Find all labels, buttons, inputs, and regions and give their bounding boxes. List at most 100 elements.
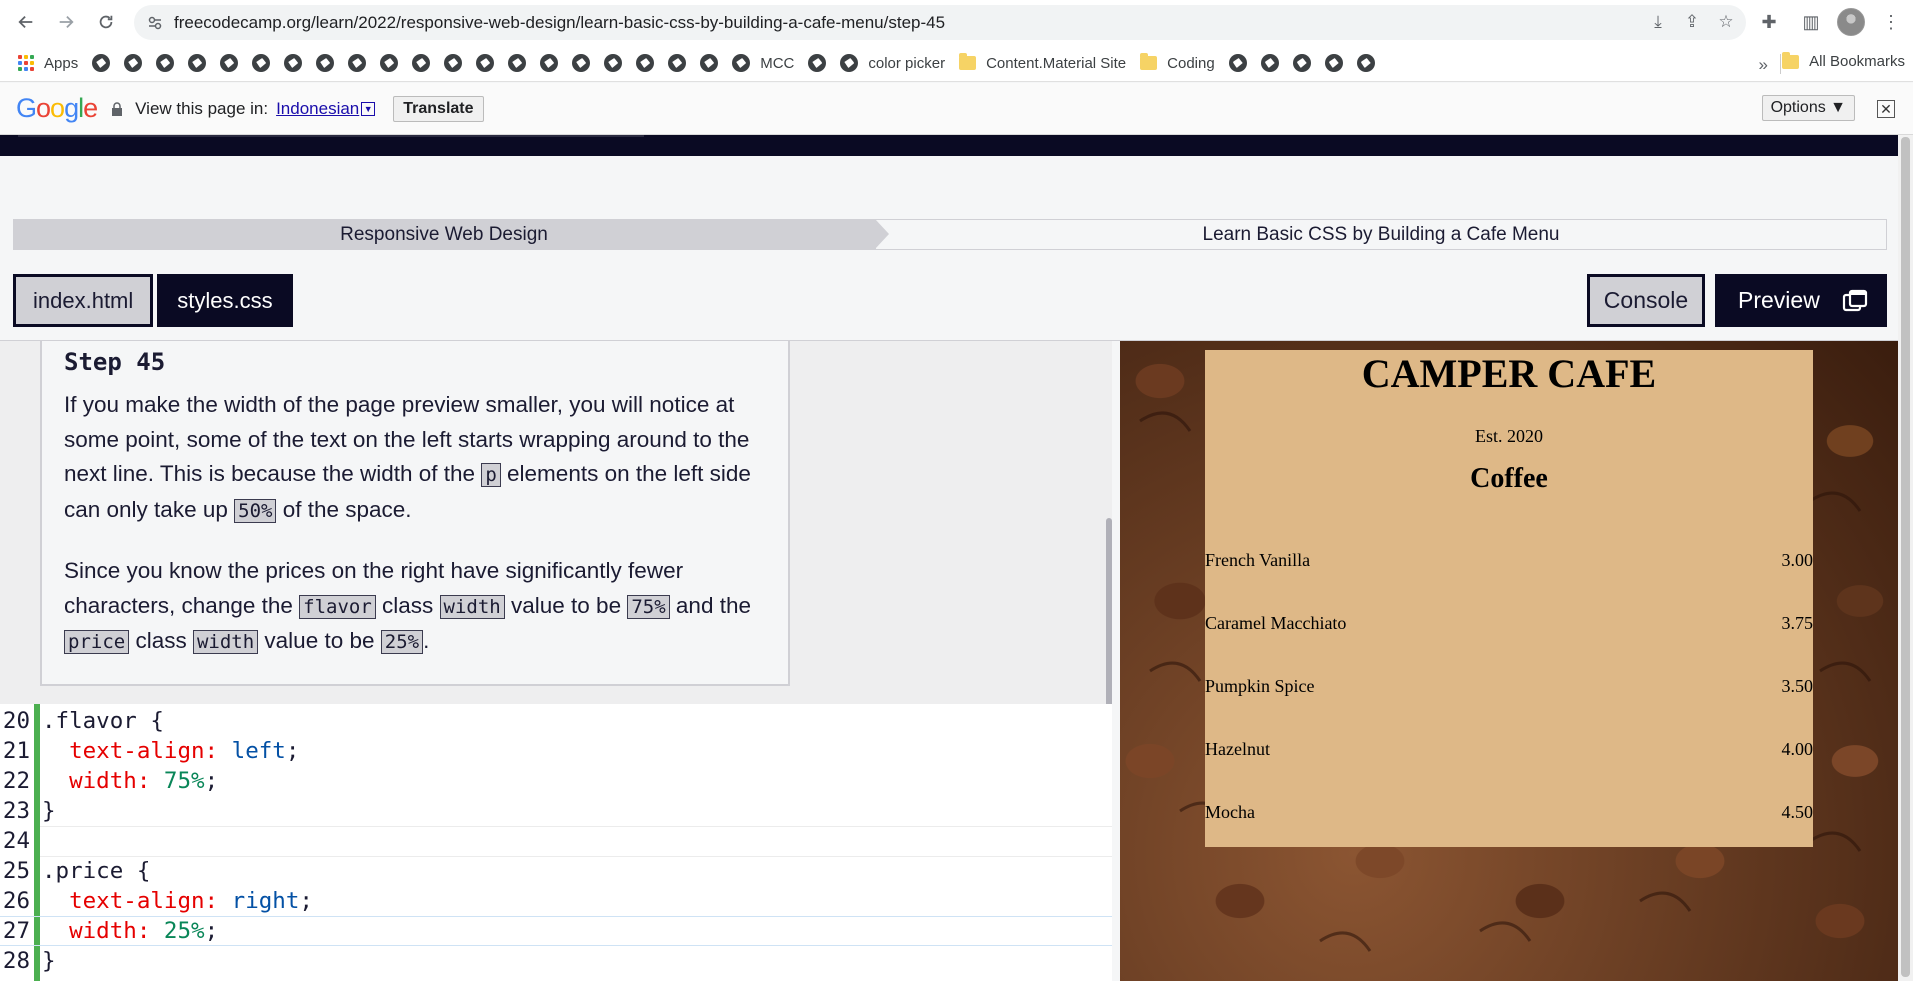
address-bar[interactable]: freecodecamp.org/learn/2022/responsive-w… <box>134 5 1746 40</box>
code-line[interactable]: 20 .flavor { <box>0 706 1112 736</box>
reload-button[interactable] <box>88 4 124 40</box>
bookmark-star-icon[interactable]: ☆ <box>1716 12 1736 32</box>
tab-index-html[interactable]: index.html <box>13 274 154 327</box>
inline-code: 50% <box>234 498 277 523</box>
bookmark-item[interactable] <box>540 54 559 72</box>
extensions-icon[interactable]: ✚ <box>1753 6 1785 38</box>
code-line[interactable]: 21 text-align: left; <box>0 736 1112 766</box>
menu-item: Hazelnut 4.00 <box>1205 739 1813 763</box>
menu-kebab-icon[interactable]: ⋮ <box>1875 6 1907 38</box>
close-translate-icon[interactable]: ✕ <box>1877 100 1895 118</box>
bookmark-item[interactable]: color picker <box>840 54 945 72</box>
bookmark-item[interactable] <box>1228 54 1247 72</box>
bookmark-item[interactable] <box>444 54 463 72</box>
install-app-icon[interactable]: ⤓ <box>1648 12 1668 32</box>
all-bookmarks[interactable]: All Bookmarks <box>1782 51 1905 70</box>
bookmark-item[interactable] <box>668 54 687 72</box>
bookmark-item[interactable] <box>252 54 271 72</box>
preview-pane: CAMPER CAFE Est. 2020 Coffee French Vani… <box>1120 341 1898 981</box>
site-info-icon[interactable] <box>148 16 162 30</box>
code-line[interactable]: 27 width: 25%; <box>0 916 1112 946</box>
inline-code: 25% <box>380 630 424 654</box>
profile-avatar[interactable] <box>1837 8 1865 36</box>
bookmark-item[interactable] <box>1356 54 1375 72</box>
globe-icon <box>124 54 143 72</box>
bookmark-item[interactable] <box>1260 54 1279 72</box>
bookmark-item[interactable] <box>476 54 495 72</box>
code-line[interactable]: 22 width: 75%; <box>0 766 1112 796</box>
code-editor[interactable]: 20 .flavor {21 text-align: left; 22 width:… <box>0 704 1112 981</box>
bookmark-item[interactable] <box>808 54 827 72</box>
share-icon[interactable]: ⇪ <box>1682 12 1702 32</box>
reload-icon <box>99 15 113 29</box>
bookmark-item[interactable] <box>124 54 143 72</box>
code-line[interactable]: 23} <box>0 796 1112 826</box>
bookmark-item[interactable] <box>348 54 367 72</box>
globe-icon <box>668 54 687 72</box>
language-dropdown-icon[interactable]: ▼ <box>361 101 376 116</box>
globe-icon <box>572 54 591 72</box>
menu-item-price: 4.50 <box>1781 802 1814 822</box>
code-token: } <box>42 948 56 974</box>
bookmark-item[interactable]: Coding <box>1140 53 1215 72</box>
preview-button[interactable]: Preview <box>1715 274 1887 327</box>
page-scrollbar-thumb[interactable] <box>1901 137 1910 977</box>
instructions-scrollbar[interactable] <box>1106 518 1112 711</box>
bookmark-item[interactable] <box>700 54 719 72</box>
bookmark-item[interactable] <box>220 54 239 72</box>
bookmark-item[interactable] <box>1324 54 1343 72</box>
globe-icon <box>220 54 239 72</box>
globe-icon <box>604 54 623 72</box>
code-text: width: 25%; <box>42 918 218 944</box>
menu-item-flavor: French Vanilla <box>1205 550 1311 570</box>
code-token: 25% <box>163 918 205 944</box>
translate-button[interactable]: Translate <box>393 95 484 122</box>
side-panel-icon[interactable]: ▥ <box>1795 6 1827 38</box>
bookmark-item[interactable] <box>412 54 431 72</box>
bookmark-item[interactable] <box>508 54 527 72</box>
bookmark-item[interactable] <box>284 54 303 72</box>
line-number: 27 <box>2 918 30 944</box>
inline-code: width <box>439 594 505 619</box>
globe-icon <box>380 54 399 72</box>
instr-text: of the space. <box>276 496 412 522</box>
menu-item-price: 4.00 <box>1781 739 1814 759</box>
bookmark-item[interactable] <box>92 54 111 72</box>
bookmark-item[interactable]: MCC <box>732 54 794 72</box>
page-scrollbar[interactable] <box>1898 135 1913 981</box>
bookmark-item[interactable] <box>380 54 399 72</box>
bookmark-label: color picker <box>868 54 946 72</box>
code-line[interactable]: 25 .price { <box>0 856 1112 886</box>
language-select[interactable]: Indonesian <box>276 99 359 119</box>
forward-button[interactable] <box>48 4 84 40</box>
translate-bar: Google View this page in: Indonesian ▼ T… <box>0 83 1913 135</box>
bookmark-item[interactable]: Content.Material Site <box>959 53 1126 72</box>
code-line[interactable]: 28} <box>0 946 1112 976</box>
breadcrumb-block[interactable]: Learn Basic CSS by Building a Cafe Menu <box>875 219 1887 250</box>
globe-icon <box>1228 54 1247 72</box>
bookmark-item[interactable] <box>188 54 207 72</box>
bookmark-item[interactable] <box>604 54 623 72</box>
bookmark-label: MCC <box>760 54 795 72</box>
bookmark-item[interactable]: Apps <box>18 55 78 72</box>
console-button[interactable]: Console <box>1587 274 1705 327</box>
breadcrumb-superblock[interactable]: Responsive Web Design <box>13 219 889 250</box>
back-button[interactable] <box>8 4 44 40</box>
instructions-paragraph-1: If you make the width of the page previe… <box>64 388 766 528</box>
bookmark-item[interactable] <box>636 54 655 72</box>
menu-item-price: 3.50 <box>1781 676 1814 696</box>
bookmark-item[interactable] <box>156 54 175 72</box>
folder-icon <box>1140 53 1158 70</box>
code-line[interactable]: 24 <box>0 826 1112 856</box>
code-line[interactable]: 26 text-align: right; <box>0 886 1112 916</box>
bookmark-item[interactable] <box>572 54 591 72</box>
menu-item: Pumpkin Spice 3.50 <box>1205 676 1813 700</box>
bookmark-item[interactable] <box>1292 54 1311 72</box>
line-number: 24 <box>2 828 30 854</box>
translate-options-button[interactable]: Options ▼ <box>1761 95 1855 121</box>
bookmarks-overflow-icon[interactable]: » <box>1759 55 1768 75</box>
bookmark-item[interactable] <box>316 54 335 72</box>
tab-styles-css[interactable]: styles.css <box>157 274 293 327</box>
instr-text: and the <box>669 592 751 618</box>
popout-window-icon[interactable] <box>1842 288 1868 314</box>
